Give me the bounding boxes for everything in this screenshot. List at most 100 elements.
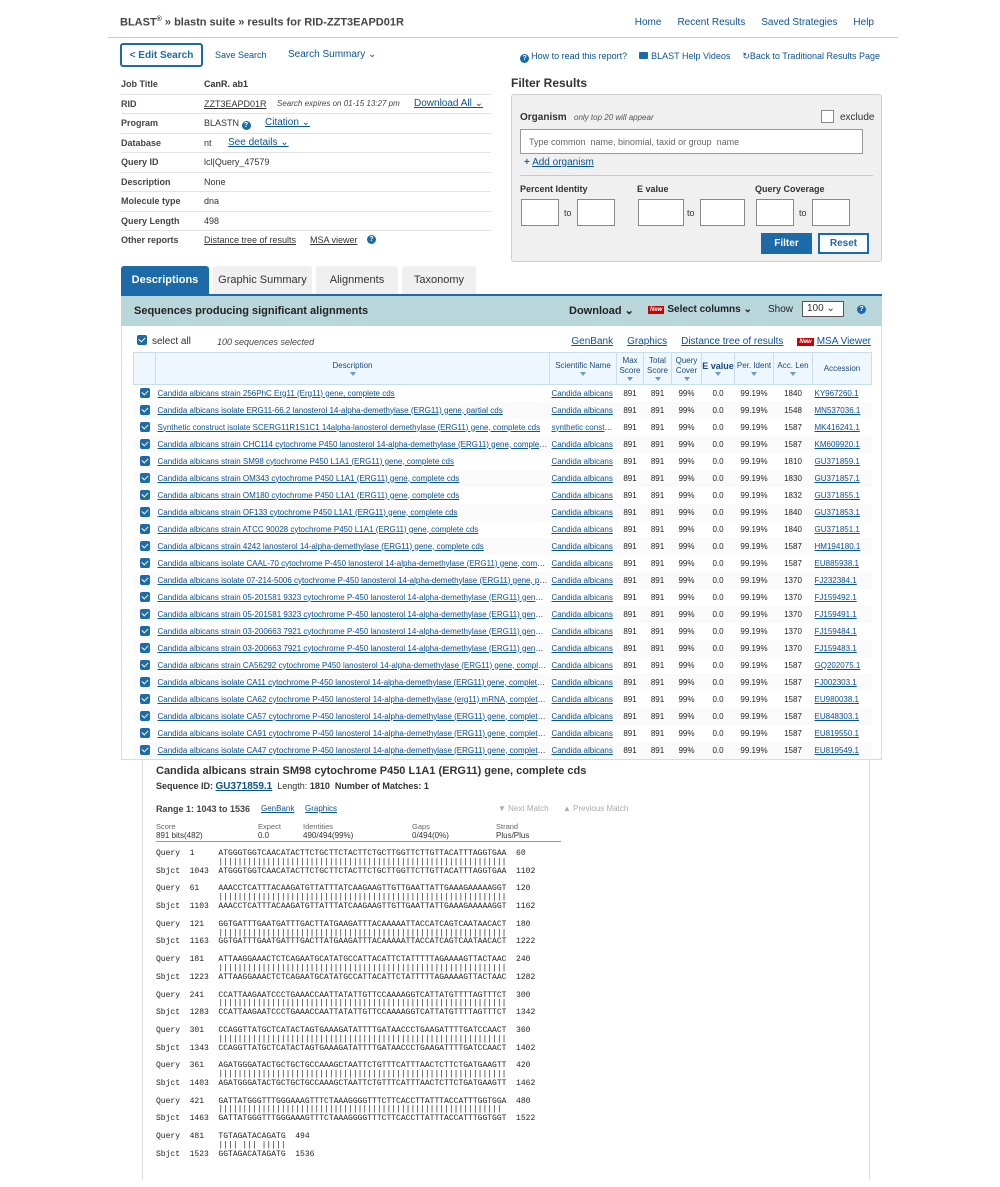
- scientific-name-link[interactable]: Candida albicans: [552, 746, 613, 755]
- tab-graphic-summary[interactable]: Graphic Summary: [213, 266, 312, 294]
- scientific-name-link[interactable]: Candida albicans: [552, 457, 613, 466]
- table-row[interactable]: Candida albicans strain OF133 cytochrome…: [133, 503, 872, 521]
- tab-alignments[interactable]: Alignments: [316, 266, 398, 294]
- table-row[interactable]: Candida albicans strain OM343 cytochrome…: [133, 469, 872, 487]
- scientific-name-link[interactable]: Candida albicans: [552, 491, 613, 500]
- accession-link[interactable]: FJ159484.1: [815, 627, 857, 636]
- scientific-name-link[interactable]: Candida albicans: [552, 474, 613, 483]
- description-link[interactable]: Candida albicans strain 05-201581 9323 c…: [158, 610, 550, 619]
- scientific-name-link[interactable]: Candida albicans: [552, 644, 613, 653]
- scientific-name-link[interactable]: Candida albicans: [552, 593, 613, 602]
- accession-link[interactable]: EU848303.1: [815, 712, 859, 721]
- scientific-name-link[interactable]: Candida albicans: [552, 440, 613, 449]
- row-checkbox[interactable]: [139, 745, 150, 755]
- tab-descriptions[interactable]: Descriptions: [121, 266, 209, 294]
- citation-dropdown[interactable]: Citation ⌄: [265, 117, 310, 128]
- description-link[interactable]: Candida albicans strain SM98 cytochrome …: [158, 457, 454, 466]
- row-checkbox[interactable]: [139, 677, 150, 687]
- accession-link[interactable]: MN537036.1: [815, 406, 861, 415]
- description-link[interactable]: Candida albicans isolate 07-214-5006 cyt…: [158, 576, 550, 585]
- row-checkbox[interactable]: [139, 558, 150, 568]
- description-link[interactable]: Candida albicans strain 4242 lanosterol …: [158, 542, 484, 551]
- next-match-link[interactable]: ▼ Next Match: [498, 804, 549, 813]
- accession-link[interactable]: EU885938.1: [815, 559, 859, 568]
- table-row[interactable]: Candida albicans isolate CAAL-70 cytochr…: [134, 555, 872, 572]
- msa-viewer-link[interactable]: New MSA Viewer: [797, 336, 871, 347]
- scientific-name-link[interactable]: Candida albicans: [552, 525, 613, 534]
- table-row[interactable]: Candida albicans isolate CA62 cytochrome…: [134, 691, 872, 708]
- row-checkbox[interactable]: [139, 609, 150, 619]
- description-link[interactable]: Candida albicans strain CHC114 cytochrom…: [158, 440, 550, 449]
- scientific-name-link[interactable]: Candida albicans: [552, 542, 613, 551]
- table-row[interactable]: Candida albicans strain CA56292 cytochro…: [134, 657, 872, 674]
- blast-brand[interactable]: BLAST: [120, 17, 157, 29]
- header-accession[interactable]: Accession: [812, 352, 872, 385]
- description-link[interactable]: Candida albicans strain ATCC 90028 cytoc…: [158, 525, 479, 534]
- nav-help[interactable]: Help: [853, 17, 874, 28]
- accession-link[interactable]: EU819550.1: [815, 729, 859, 738]
- row-checkbox[interactable]: [139, 728, 150, 738]
- table-row[interactable]: Candida albicans isolate 07-214-5006 cyt…: [133, 571, 872, 589]
- rid-link[interactable]: ZZT3EAPD01R: [204, 99, 267, 109]
- scientific-name-link[interactable]: Candida albicans: [552, 406, 613, 415]
- scientific-name-link[interactable]: Candida albicans: [552, 508, 613, 517]
- save-search-link[interactable]: Save Search: [215, 50, 267, 60]
- description-link[interactable]: Candida albicans isolate CA57 cytochrome…: [158, 712, 550, 721]
- description-link[interactable]: Candida albicans strain OF133 cytochrome…: [158, 508, 458, 517]
- table-row[interactable]: Candida albicans strain 256PhC Erg11 (Er…: [134, 385, 872, 402]
- table-row[interactable]: Synthetic construct isolate SCERG11R1S1C…: [134, 419, 872, 436]
- table-row[interactable]: Candida albicans isolate ERG11-66.2 lano…: [133, 401, 872, 419]
- row-checkbox[interactable]: [139, 643, 150, 653]
- organism-input[interactable]: [520, 129, 863, 154]
- accession-link[interactable]: HM194180.1: [815, 542, 861, 551]
- accession-link[interactable]: FJ159483.1: [815, 644, 857, 653]
- table-row[interactable]: Candida albicans strain SM98 cytochrome …: [134, 453, 872, 470]
- description-link[interactable]: Candida albicans strain OM343 cytochrome…: [158, 474, 460, 483]
- previous-match-link[interactable]: ▲ Previous Match: [563, 804, 628, 813]
- row-checkbox[interactable]: [139, 541, 150, 551]
- accession-link[interactable]: MK416241.1: [815, 423, 860, 432]
- range-genbank-link[interactable]: GenBank: [261, 804, 294, 813]
- table-row[interactable]: Candida albicans strain 03-200663 7921 c…: [134, 623, 872, 640]
- accession-link[interactable]: GQ202075.1: [815, 661, 861, 670]
- nav-recent-results[interactable]: Recent Results: [677, 17, 745, 28]
- select-columns-dropdown[interactable]: New Select columns ⌄: [648, 304, 752, 315]
- accession-link[interactable]: FJ159491.1: [815, 610, 857, 619]
- row-checkbox[interactable]: [139, 507, 150, 517]
- search-summary-dropdown[interactable]: Search Summary ⌄: [288, 49, 376, 60]
- genbank-link[interactable]: GenBank: [571, 336, 613, 347]
- header-query-cover[interactable]: Query Cover: [671, 352, 702, 385]
- question-icon[interactable]: ?: [241, 121, 251, 130]
- header-per-ident[interactable]: Per. Ident: [734, 352, 774, 385]
- table-row[interactable]: Candida albicans strain OM180 cytochrome…: [134, 487, 872, 504]
- header-max-score[interactable]: Max Score: [616, 352, 644, 385]
- query-coverage-min[interactable]: [756, 199, 794, 226]
- description-link[interactable]: Candida albicans strain 05-201581 9323 c…: [158, 593, 550, 602]
- row-checkbox[interactable]: [139, 575, 150, 585]
- description-link[interactable]: Candida albicans strain 256PhC Erg11 (Er…: [158, 389, 395, 398]
- tab-taxonomy[interactable]: Taxonomy: [402, 266, 476, 294]
- select-all-checkbox[interactable]: [137, 335, 147, 345]
- description-link[interactable]: Candida albicans isolate CA62 cytochrome…: [158, 695, 550, 704]
- row-checkbox[interactable]: [139, 456, 150, 466]
- row-checkbox[interactable]: [139, 626, 150, 636]
- download-dropdown[interactable]: Download ⌄: [569, 304, 634, 317]
- reset-button[interactable]: Reset: [818, 233, 869, 254]
- table-row[interactable]: Candida albicans isolate CA11 cytochrome…: [133, 673, 872, 691]
- description-link[interactable]: Candida albicans strain OM180 cytochrome…: [158, 491, 460, 500]
- accession-link[interactable]: FJ159492.1: [815, 593, 857, 602]
- row-checkbox[interactable]: [139, 694, 150, 704]
- add-organism-link[interactable]: + Add organism: [524, 157, 594, 168]
- scientific-name-link[interactable]: Candida albicans: [552, 610, 613, 619]
- scientific-name-link[interactable]: Candida albicans: [552, 661, 613, 670]
- accession-link[interactable]: FJ002303.1: [815, 678, 857, 687]
- distance-tree-link[interactable]: Distance tree of results: [204, 235, 296, 245]
- see-details-dropdown[interactable]: See details ⌄: [228, 137, 289, 148]
- distance-tree-link[interactable]: Distance tree of results: [681, 336, 783, 347]
- table-row[interactable]: Candida albicans isolate CA57 cytochrome…: [133, 707, 872, 725]
- scientific-name-link[interactable]: Candida albicans: [552, 712, 613, 721]
- table-row[interactable]: Candida albicans strain CHC114 cytochrom…: [133, 435, 872, 453]
- header-description[interactable]: Description: [155, 352, 550, 385]
- range-graphics-link[interactable]: Graphics: [305, 804, 337, 813]
- edit-search-button[interactable]: < Edit Search: [120, 43, 203, 67]
